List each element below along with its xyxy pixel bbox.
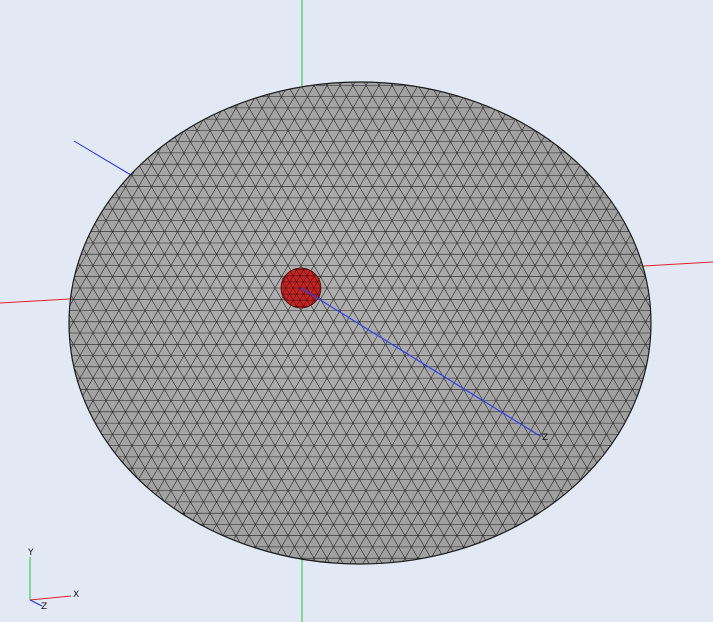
triad-y-label: Y	[27, 548, 34, 558]
triad-x-axis	[29, 595, 72, 601]
z-axis-end-label: Z	[542, 433, 548, 443]
triad-z-label: Z	[41, 602, 47, 612]
orientation-triad: Y X Z	[27, 548, 79, 612]
triad-x-label: X	[73, 590, 79, 600]
3d-viewport[interactable]: Z Y X Z	[0, 0, 713, 622]
